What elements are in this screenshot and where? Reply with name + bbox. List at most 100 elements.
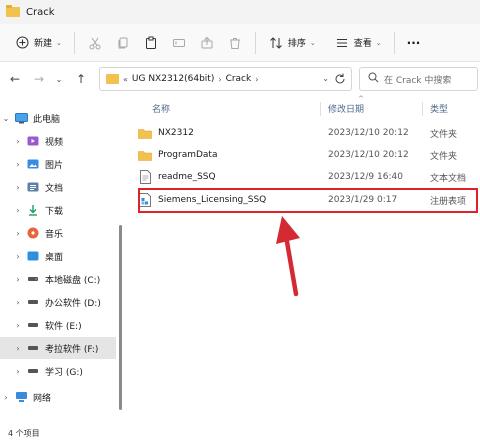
chevron-right-icon[interactable]: › — [12, 160, 24, 169]
chevron-right-icon[interactable]: › — [12, 252, 24, 261]
chevron-down-icon: ⌄ — [375, 38, 382, 47]
folder-icon — [138, 148, 152, 162]
chevron-right-icon[interactable]: › — [12, 137, 24, 146]
chevron-right-icon[interactable]: › — [255, 75, 258, 84]
chevron-down-icon: ⌄ — [56, 38, 62, 47]
refresh-icon[interactable] — [333, 72, 347, 86]
up-button[interactable]: ↑ — [70, 68, 92, 90]
sort-button[interactable]: 排序 ⌄ — [262, 30, 322, 56]
sidebar-item-desktop[interactable]: › 桌面 — [12, 245, 128, 267]
breadcrumb-ug-nx2312[interactable]: UG NX2312(64bit) — [132, 74, 214, 84]
forward-button[interactable]: → — [28, 68, 50, 90]
breadcrumb-overflow[interactable]: « — [123, 75, 128, 84]
title-bar: Crack — [0, 0, 480, 24]
chevron-right-icon[interactable]: › — [12, 298, 24, 307]
window-title: Crack — [26, 6, 55, 18]
column-header-name[interactable]: 名称 — [152, 102, 170, 115]
chevron-right-icon[interactable]: › — [12, 275, 24, 284]
sidebar-item-videos[interactable]: › 视频 — [12, 130, 128, 152]
sidebar-item-drive-e[interactable]: › 软件 (E:) — [12, 314, 128, 336]
sidebar-item-documents[interactable]: › 文档 — [12, 176, 128, 198]
rename-button[interactable] — [165, 30, 193, 56]
column-divider[interactable] — [422, 102, 423, 116]
sidebar-item-label: 学习 (G:) — [45, 367, 83, 378]
sidebar-item-label: 桌面 — [45, 252, 64, 263]
chevron-right-icon[interactable]: › — [0, 393, 12, 402]
sidebar-item-label: 音乐 — [45, 229, 64, 240]
sidebar-item-label: 图片 — [45, 160, 64, 171]
paste-button[interactable] — [137, 30, 165, 56]
desktop-folder-icon — [26, 249, 40, 263]
breadcrumb-crack[interactable]: Crack — [226, 74, 252, 84]
documents-folder-icon — [26, 180, 40, 194]
pictures-folder-icon — [26, 157, 40, 171]
chevron-right-icon[interactable]: › — [12, 367, 24, 376]
chevron-down-icon: ⌄ — [55, 74, 63, 84]
sidebar-item-music[interactable]: › 音乐 — [12, 222, 128, 244]
more-icon: ··· — [406, 35, 421, 50]
sidebar-item-this-pc[interactable]: ⌄ 此电脑 — [0, 107, 116, 129]
file-row-nx2312[interactable]: NX2312 2023/12/10 20:12 文件夹 — [138, 122, 478, 144]
sidebar-item-label: 视频 — [45, 137, 64, 148]
sort-icon — [268, 35, 284, 51]
file-type: 文本文档 — [430, 173, 467, 184]
address-bar[interactable]: « UG NX2312(64bit) › Crack › ⌄ — [99, 67, 352, 91]
item-count: 4 个项目 — [8, 428, 40, 438]
plus-circle-icon — [14, 35, 30, 51]
new-button-label: 新建 — [34, 39, 53, 49]
sidebar-item-drive-f[interactable]: › 考拉软件 (F:) — [0, 337, 116, 359]
file-row-programdata[interactable]: ProgramData 2023/12/10 20:12 文件夹 — [138, 144, 478, 166]
sidebar-item-drive-d[interactable]: › 办公软件 (D:) — [12, 291, 128, 313]
cut-button[interactable] — [81, 30, 109, 56]
copy-button[interactable] — [109, 30, 137, 56]
sidebar-item-label: 考拉软件 (F:) — [45, 344, 99, 355]
file-name: NX2312 — [158, 128, 194, 138]
chevron-right-icon[interactable]: › — [12, 321, 24, 330]
sidebar-scrollbar[interactable] — [119, 225, 122, 410]
sidebar-item-drive-g[interactable]: › 学习 (G:) — [12, 360, 128, 382]
chevron-right-icon[interactable]: › — [12, 183, 24, 192]
delete-button[interactable] — [221, 30, 249, 56]
sidebar-item-pictures[interactable]: › 图片 — [12, 153, 128, 175]
chevron-right-icon[interactable]: › — [12, 229, 24, 238]
navigation-bar: ← → ⌄ ↑ « UG NX2312(64bit) › Crack › ⌄ 在… — [0, 62, 480, 96]
chevron-down-icon[interactable]: ⌄ — [322, 74, 329, 83]
more-options-button[interactable]: ··· — [401, 30, 427, 56]
new-button[interactable]: 新建 ⌄ — [8, 30, 68, 56]
sidebar-item-downloads[interactable]: › 下载 — [12, 199, 128, 221]
sidebar-item-drive-c[interactable]: › 本地磁盘 (C:) — [12, 268, 128, 290]
search-input[interactable]: 在 Crack 中搜索 — [359, 67, 478, 91]
divider — [393, 31, 395, 54]
sidebar-item-network[interactable]: › 网络 — [0, 386, 116, 408]
file-date: 2023/12/10 20:12 — [328, 150, 409, 160]
chevron-down-icon[interactable]: ⌄ — [0, 114, 12, 123]
column-header-date[interactable]: 修改日期 — [328, 102, 364, 115]
file-row-readme-ssq[interactable]: readme_SSQ 2023/12/9 16:40 文本文档 — [138, 166, 478, 188]
recent-locations-button[interactable]: ⌄ — [48, 68, 70, 90]
sidebar-item-label: 下载 — [45, 206, 64, 217]
share-button[interactable] — [193, 30, 221, 56]
scissors-icon — [87, 35, 103, 51]
annotation-arrow — [276, 216, 300, 297]
sidebar-item-label: 网络 — [33, 393, 52, 404]
view-button[interactable]: 查看 ⌄ — [328, 30, 388, 56]
arrow-up-icon: ↑ — [75, 72, 87, 86]
copy-icon — [115, 35, 131, 51]
sort-button-label: 排序 — [287, 39, 306, 49]
drive-icon — [26, 295, 40, 309]
file-name: ProgramData — [158, 150, 218, 160]
network-icon — [14, 390, 28, 404]
column-divider[interactable] — [320, 102, 321, 116]
share-icon — [199, 35, 215, 51]
column-header-type[interactable]: 类型 — [430, 102, 448, 115]
chevron-right-icon[interactable]: › — [12, 344, 24, 353]
chevron-right-icon[interactable]: › — [218, 75, 221, 84]
computer-icon — [14, 111, 28, 125]
sidebar-item-label: 软件 (E:) — [45, 321, 82, 332]
sidebar-item-label: 本地磁盘 (C:) — [45, 275, 101, 286]
file-name: readme_SSQ — [158, 172, 216, 182]
back-button[interactable]: ← — [4, 68, 26, 90]
chevron-right-icon[interactable]: › — [12, 206, 24, 215]
folder-icon — [106, 74, 119, 84]
file-type: 文件夹 — [430, 151, 458, 162]
